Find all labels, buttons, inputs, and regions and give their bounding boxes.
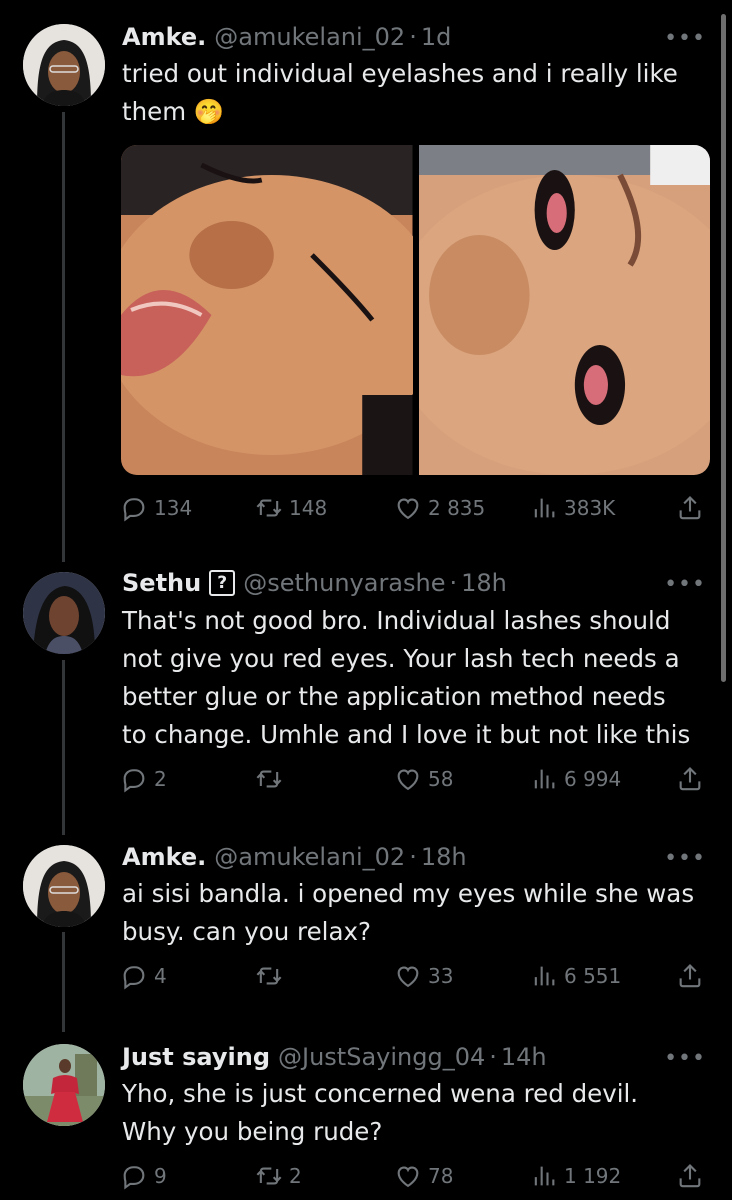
- avatar[interactable]: [23, 1044, 105, 1126]
- retweet-icon: [255, 1162, 283, 1190]
- user-handle[interactable]: @amukelani_02: [214, 843, 405, 871]
- display-name[interactable]: Just saying: [122, 1043, 270, 1071]
- like-button[interactable]: 2 835: [394, 488, 485, 528]
- tweet-text: That's not good bro. Individual lashes s…: [122, 606, 691, 749]
- retweet-icon: [255, 962, 283, 990]
- more-icon[interactable]: •••: [664, 846, 706, 871]
- media-image[interactable]: [418, 145, 710, 475]
- avatar[interactable]: [23, 845, 105, 927]
- retweet-button[interactable]: 2: [255, 1156, 302, 1196]
- media-grid[interactable]: [121, 145, 710, 475]
- tweet-main[interactable]: Amke. @amukelani_02 · 1d ••• tried out i…: [0, 0, 732, 560]
- share-button[interactable]: [676, 759, 710, 799]
- reply-button[interactable]: 9: [120, 1156, 167, 1196]
- user-handle[interactable]: @sethunyarashe: [243, 569, 445, 597]
- share-icon: [676, 494, 704, 522]
- timestamp[interactable]: 18h: [421, 843, 467, 871]
- views-button[interactable]: 6 551: [530, 956, 621, 996]
- display-name[interactable]: Sethu: [122, 569, 201, 597]
- like-button[interactable]: 78: [394, 1156, 453, 1196]
- display-name[interactable]: Amke.: [122, 23, 206, 51]
- share-button[interactable]: [676, 956, 710, 996]
- share-icon: [676, 962, 704, 990]
- reply-icon: [120, 494, 148, 522]
- like-icon: [394, 962, 422, 990]
- retweet-icon: [255, 765, 283, 793]
- more-icon[interactable]: •••: [664, 572, 706, 597]
- share-icon: [676, 1162, 704, 1190]
- avatar[interactable]: [23, 24, 105, 106]
- reply-button[interactable]: 4: [120, 956, 167, 996]
- user-handle[interactable]: @amukelani_02: [214, 23, 405, 51]
- like-icon: [394, 765, 422, 793]
- views-button[interactable]: 1 192: [530, 1156, 621, 1196]
- retweet-icon: [255, 494, 283, 522]
- timestamp[interactable]: 1d: [421, 23, 452, 51]
- views-button[interactable]: 6 994: [530, 759, 621, 799]
- reply-icon: [120, 1162, 148, 1190]
- tweet-reply[interactable]: Sethu ? @sethunyarashe · 18h ••• That's …: [0, 560, 732, 835]
- tweet-text: Yho, she is just concerned wena red devi…: [122, 1079, 639, 1146]
- retweet-button[interactable]: 148: [255, 488, 327, 528]
- views-icon: [530, 1162, 558, 1190]
- unknown-emoji-icon: ?: [209, 570, 236, 596]
- share-button[interactable]: [676, 488, 710, 528]
- views-icon: [530, 765, 558, 793]
- retweet-button[interactable]: [255, 956, 289, 996]
- action-bar: 4 33 6 551: [120, 956, 710, 996]
- like-icon: [394, 1162, 422, 1190]
- reply-button[interactable]: 2: [120, 759, 167, 799]
- views-icon: [530, 494, 558, 522]
- like-button[interactable]: 33: [394, 956, 453, 996]
- action-bar: 2 58 6 994: [120, 759, 710, 799]
- more-icon[interactable]: •••: [664, 1046, 706, 1071]
- display-name[interactable]: Amke.: [122, 843, 206, 871]
- reply-icon: [120, 765, 148, 793]
- media-image[interactable]: [121, 145, 413, 475]
- tweet-reply[interactable]: Amke. @amukelani_02 · 18h ••• ai sisi ba…: [0, 835, 732, 1035]
- views-button[interactable]: 383K: [530, 488, 615, 528]
- tweet-reply[interactable]: Just saying @JustSayingg_04 · 14h ••• Yh…: [0, 1035, 732, 1200]
- like-button[interactable]: 58: [394, 759, 453, 799]
- more-icon[interactable]: •••: [664, 26, 706, 51]
- avatar[interactable]: [23, 572, 105, 654]
- retweet-button[interactable]: [255, 759, 289, 799]
- views-icon: [530, 962, 558, 990]
- tweet-text: tried out individual eyelashes and i rea…: [122, 59, 678, 126]
- action-bar: 134 148 2 835 383K: [120, 488, 710, 528]
- share-button[interactable]: [676, 1156, 710, 1196]
- share-icon: [676, 765, 704, 793]
- user-handle[interactable]: @JustSayingg_04: [278, 1043, 485, 1071]
- tweet-text: ai sisi bandla. i opened my eyes while s…: [122, 879, 695, 946]
- like-icon: [394, 494, 422, 522]
- timestamp[interactable]: 18h: [461, 569, 507, 597]
- reply-button[interactable]: 134: [120, 488, 192, 528]
- reply-icon: [120, 962, 148, 990]
- timestamp[interactable]: 14h: [501, 1043, 547, 1071]
- action-bar: 9 2 78 1 192: [120, 1156, 710, 1196]
